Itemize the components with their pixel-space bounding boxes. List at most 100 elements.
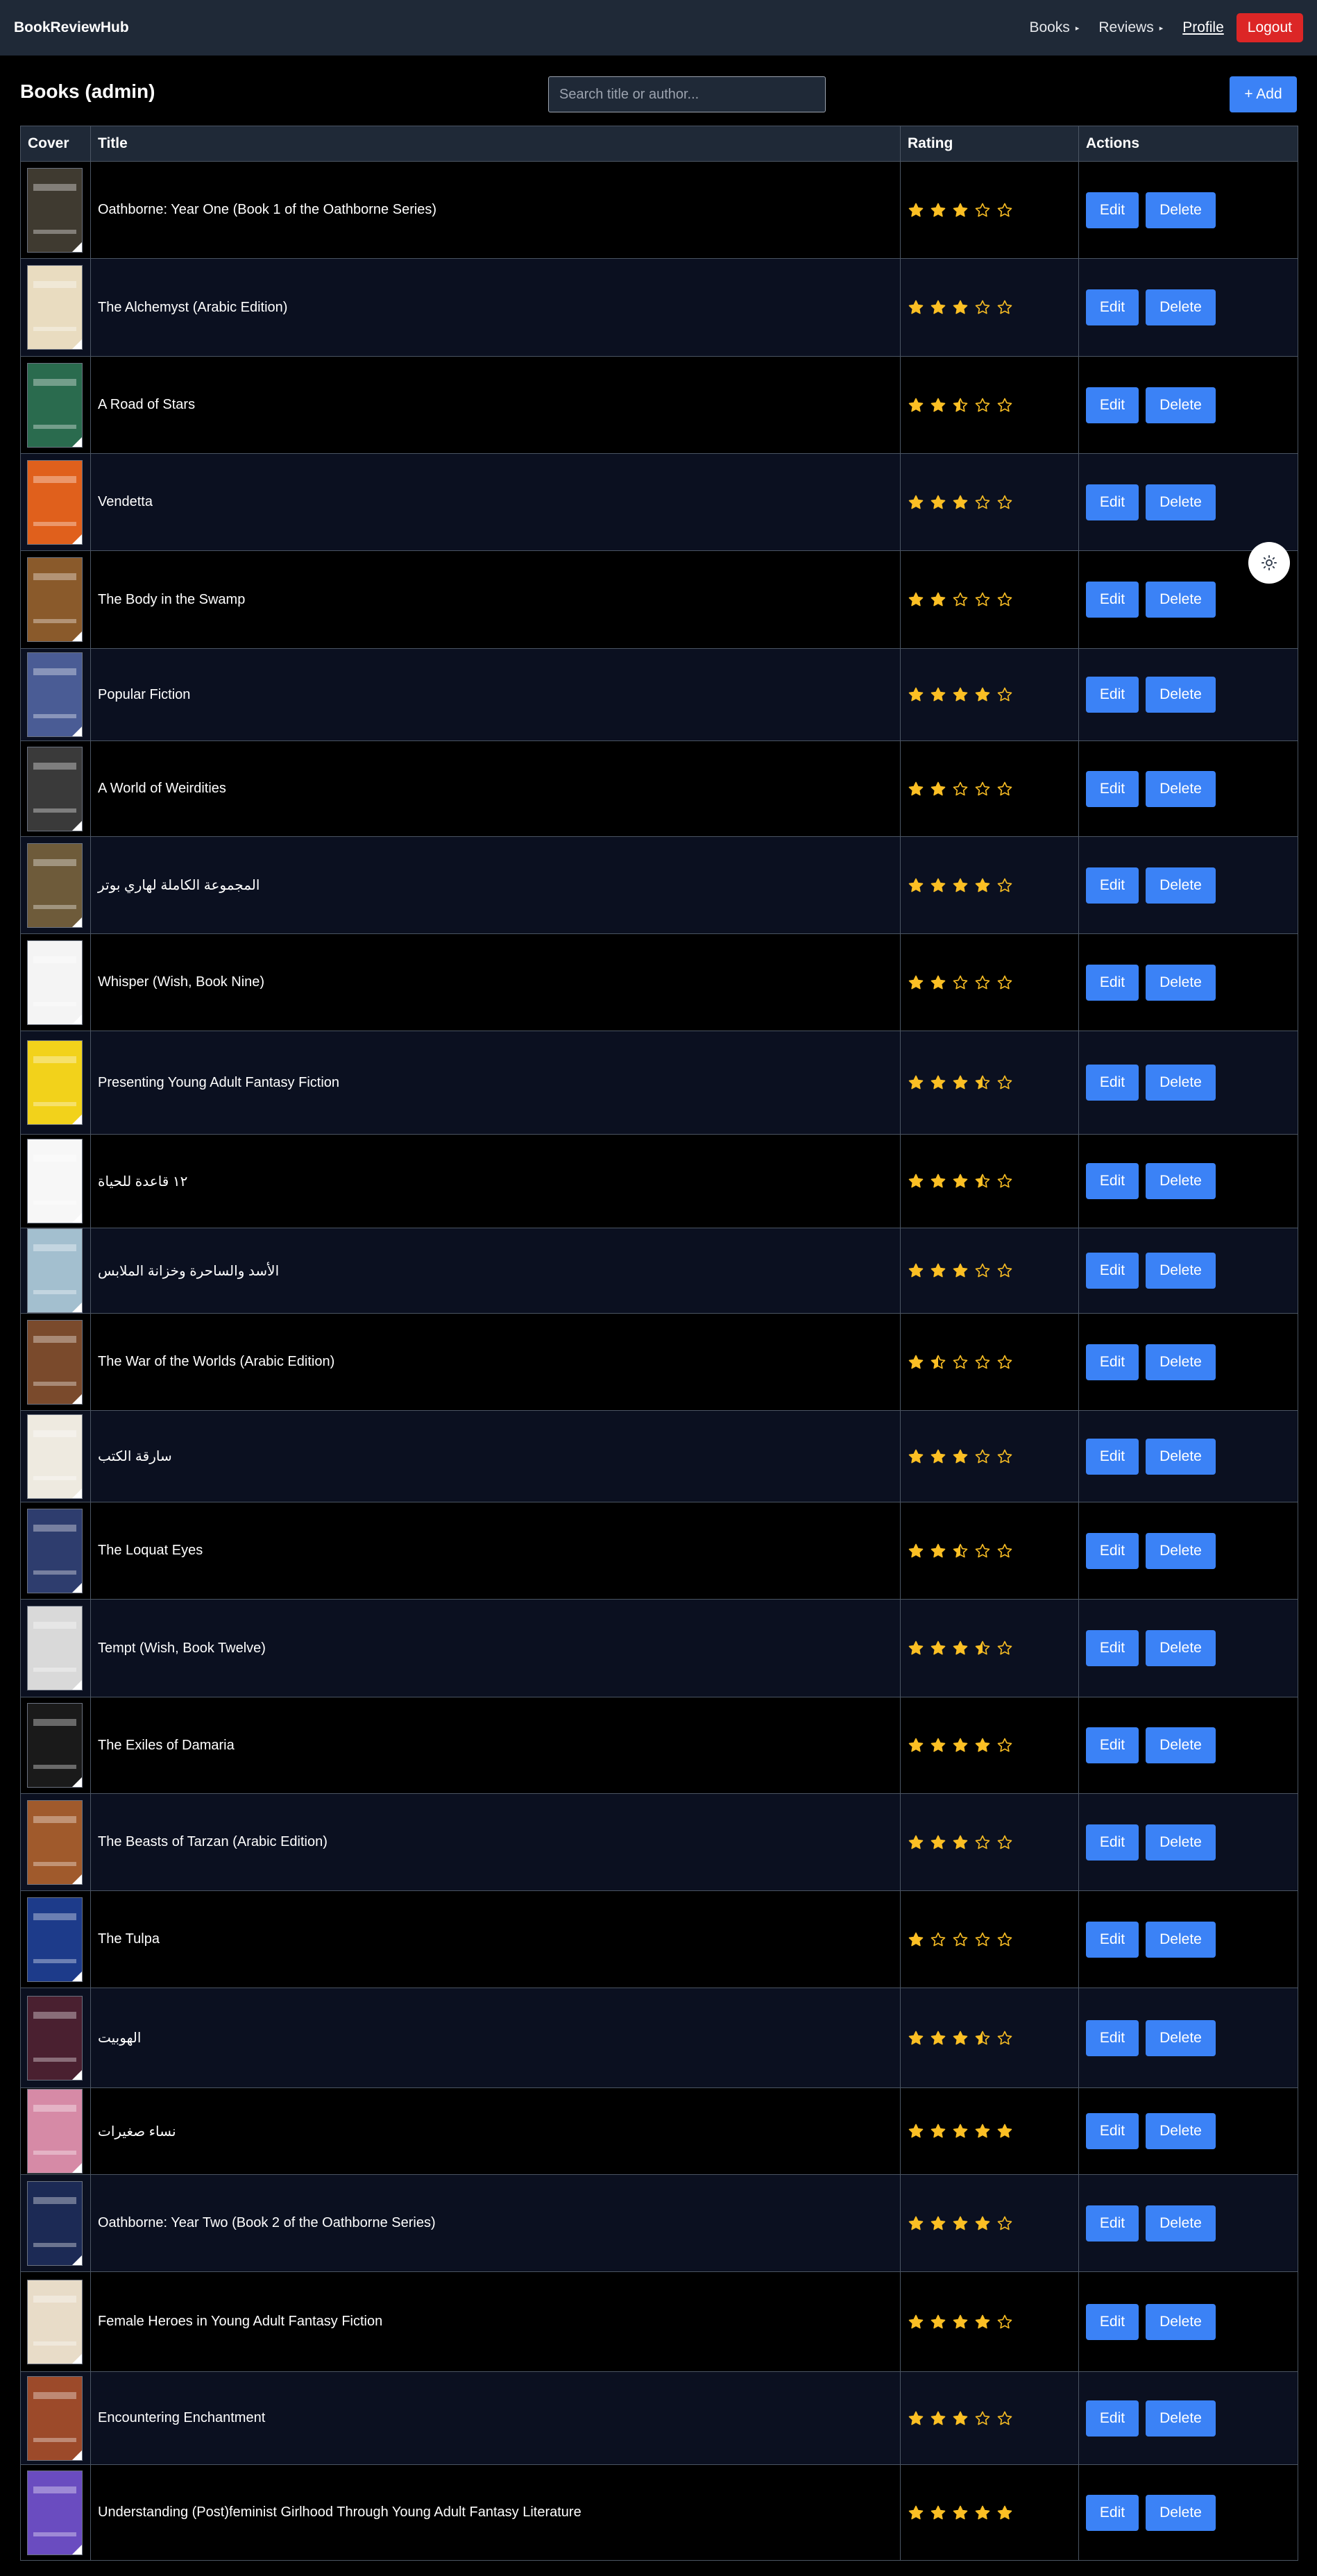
star-empty-icon	[997, 1355, 1012, 1368]
star-rating	[908, 1640, 1078, 1656]
delete-button[interactable]: Delete	[1146, 1824, 1216, 1861]
edit-button[interactable]: Edit	[1086, 1824, 1139, 1861]
caret-right-icon: ▸	[1159, 24, 1164, 33]
book-title: الأسد والساحرة وخزانة الملابس	[98, 1263, 280, 1279]
star-filled-icon	[975, 1738, 990, 1752]
actions-cell: Edit Delete	[1078, 453, 1298, 551]
brand-logo[interactable]: BookReviewHub	[14, 19, 129, 36]
delete-button[interactable]: Delete	[1146, 2205, 1216, 2242]
table-row: Vendetta Edit Delete	[20, 453, 1298, 551]
edit-button[interactable]: Edit	[1086, 1630, 1139, 1666]
table-row: The War of the Worlds (Arabic Edition) E…	[20, 1313, 1298, 1411]
star-empty-icon	[975, 1263, 990, 1278]
edit-button[interactable]: Edit	[1086, 192, 1139, 228]
star-empty-icon	[997, 1932, 1012, 1946]
cover-corner-mark	[72, 2544, 82, 2554]
edit-button[interactable]: Edit	[1086, 2113, 1139, 2149]
table-row: A Road of Stars Edit Delete	[20, 356, 1298, 454]
edit-button[interactable]: Edit	[1086, 964, 1139, 1001]
delete-button[interactable]: Delete	[1146, 2494, 1216, 2531]
edit-button[interactable]: Edit	[1086, 1344, 1139, 1380]
delete-button[interactable]: Delete	[1146, 1344, 1216, 1380]
delete-button[interactable]: Delete	[1146, 2400, 1216, 2437]
star-empty-icon	[997, 687, 1012, 702]
edit-button[interactable]: Edit	[1086, 1163, 1139, 1199]
cover-cell	[20, 1134, 91, 1228]
delete-button[interactable]: Delete	[1146, 582, 1216, 618]
edit-button[interactable]: Edit	[1086, 1065, 1139, 1101]
edit-button[interactable]: Edit	[1086, 289, 1139, 325]
delete-button[interactable]: Delete	[1146, 192, 1216, 228]
delete-button[interactable]: Delete	[1146, 770, 1216, 807]
edit-button[interactable]: Edit	[1086, 770, 1139, 807]
add-book-button[interactable]: + Add	[1230, 76, 1297, 112]
star-filled-icon	[997, 2505, 1012, 2519]
edit-button[interactable]: Edit	[1086, 677, 1139, 713]
star-rating	[908, 591, 1078, 608]
rating-cell	[900, 1502, 1079, 1600]
edit-button[interactable]: Edit	[1086, 484, 1139, 520]
nav-profile-link[interactable]: Profile	[1182, 19, 1224, 36]
delete-button[interactable]: Delete	[1146, 1727, 1216, 1763]
delete-button[interactable]: Delete	[1146, 1532, 1216, 1569]
delete-button[interactable]: Delete	[1146, 867, 1216, 904]
star-empty-icon	[975, 300, 990, 314]
delete-button[interactable]: Delete	[1146, 1163, 1216, 1199]
nav-reviews-dropdown[interactable]: Reviews ▸	[1098, 19, 1163, 36]
cover-cell	[20, 258, 91, 357]
delete-button[interactable]: Delete	[1146, 2113, 1216, 2149]
edit-button[interactable]: Edit	[1086, 1921, 1139, 1958]
row-actions: Edit Delete	[1086, 1344, 1298, 1380]
delete-button[interactable]: Delete	[1146, 1438, 1216, 1475]
edit-button[interactable]: Edit	[1086, 1727, 1139, 1763]
title-cell: نساء صغيرات	[90, 2087, 901, 2175]
table-row: Oathborne: Year One (Book 1 of the Oathb…	[20, 161, 1298, 259]
edit-button[interactable]: Edit	[1086, 387, 1139, 423]
delete-button[interactable]: Delete	[1146, 677, 1216, 713]
edit-button[interactable]: Edit	[1086, 2205, 1139, 2242]
theme-toggle-button[interactable]	[1248, 542, 1290, 584]
edit-button[interactable]: Edit	[1086, 2019, 1139, 2056]
delete-button[interactable]: Delete	[1146, 1921, 1216, 1958]
book-cover-image	[27, 652, 83, 737]
edit-button[interactable]: Edit	[1086, 2400, 1139, 2437]
cover-corner-mark	[72, 437, 82, 447]
star-filled-icon	[931, 495, 946, 509]
delete-button[interactable]: Delete	[1146, 484, 1216, 520]
nav-books-dropdown[interactable]: Books ▸	[1029, 19, 1079, 36]
row-actions: Edit Delete	[1086, 1438, 1298, 1475]
edit-button[interactable]: Edit	[1086, 867, 1139, 904]
edit-button[interactable]: Edit	[1086, 2494, 1139, 2531]
edit-button[interactable]: Edit	[1086, 2303, 1139, 2340]
rating-cell	[900, 1031, 1079, 1135]
edit-button[interactable]: Edit	[1086, 1253, 1139, 1289]
search-input[interactable]: Search title or author...	[548, 76, 826, 112]
cover-cell	[20, 1502, 91, 1600]
logout-button[interactable]: Logout	[1236, 13, 1303, 42]
row-actions: Edit Delete	[1086, 1532, 1298, 1569]
delete-button[interactable]: Delete	[1146, 1630, 1216, 1666]
delete-button[interactable]: Delete	[1146, 1253, 1216, 1289]
cover-cell	[20, 1599, 91, 1697]
rating-cell	[900, 1313, 1079, 1411]
edit-button[interactable]: Edit	[1086, 582, 1139, 618]
rating-cell	[900, 1228, 1079, 1314]
delete-button[interactable]: Delete	[1146, 2303, 1216, 2340]
cover-cell	[20, 1890, 91, 1988]
actions-cell: Edit Delete	[1078, 1228, 1298, 1314]
delete-button[interactable]: Delete	[1146, 2019, 1216, 2056]
star-half-icon	[975, 1075, 990, 1090]
cover-corner-mark	[72, 2163, 82, 2173]
delete-button[interactable]: Delete	[1146, 387, 1216, 423]
delete-button[interactable]: Delete	[1146, 1065, 1216, 1101]
delete-button[interactable]: Delete	[1146, 964, 1216, 1001]
star-empty-icon	[997, 1543, 1012, 1557]
edit-button[interactable]: Edit	[1086, 1438, 1139, 1475]
edit-button[interactable]: Edit	[1086, 1532, 1139, 1569]
delete-button[interactable]: Delete	[1146, 289, 1216, 325]
page-title: Books (admin)	[20, 80, 155, 102]
star-rating	[908, 781, 1078, 797]
row-actions: Edit Delete	[1086, 1065, 1298, 1101]
book-title: The Body in the Swamp	[98, 591, 246, 607]
star-rating	[908, 1737, 1078, 1754]
